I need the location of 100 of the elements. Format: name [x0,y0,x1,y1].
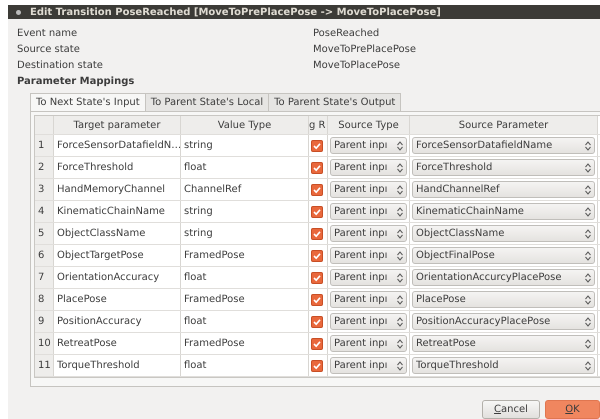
cancel-button[interactable]: Cancel [482,400,540,419]
row-number: 9 [35,311,54,332]
source-type-dropdown[interactable]: Parent inpı [330,335,407,352]
ok-button[interactable]: OK [545,400,600,419]
checkbox[interactable] [311,140,323,152]
table-cell: KinematicChainName [54,201,181,222]
row-number: 1 [35,135,54,156]
source-parameter-dropdown[interactable]: TorqueThreshold [412,357,595,374]
source-type-dropdown[interactable]: Parent inpı [330,159,407,176]
source-parameter-dropdown[interactable]: KinematicChainName [412,203,595,220]
checkbox[interactable] [311,294,323,306]
table-cell: float [181,355,309,376]
checkbox[interactable] [311,360,323,372]
checkbox[interactable] [311,250,323,262]
column-header[interactable]: Source Type [328,116,410,134]
source-type-dropdown[interactable]: Parent inpı [330,203,407,220]
spinner-arrows-icon [585,162,591,172]
table-cell: PositionAccuracy [54,311,181,332]
spinner-arrows-icon [397,184,403,194]
source-parameter-dropdown[interactable]: ForceThreshold [412,159,595,176]
source-parameter-dropdown[interactable]: ObjectClassName [412,225,595,242]
tab[interactable]: To Next State's Input [30,93,146,111]
spinner-arrows-icon [397,316,403,326]
row-number: 11 [35,355,54,376]
source-type-dropdown[interactable]: Parent inpı [330,247,407,264]
table-cell: ForceThreshold [54,157,181,178]
table-cell: OrientationAccuracy [54,267,181,288]
checkbox[interactable] [311,206,323,218]
row-number: 2 [35,157,54,178]
column-header[interactable]: Target parameter [54,116,181,134]
spinner-arrows-icon [585,272,591,282]
row-number: 8 [35,289,54,310]
table-cell: FramedPose [181,333,309,354]
checkbox[interactable] [311,162,323,174]
spinner-arrows-icon [585,338,591,348]
section-title: Parameter Mappings [17,76,136,89]
table-cell: float [181,157,309,178]
spinner-arrows-icon [397,162,403,172]
spinner-arrows-icon [585,206,591,216]
table-cell: FramedPose [181,245,309,266]
checkbox[interactable] [311,184,323,196]
checkbox[interactable] [311,338,323,350]
spinner-arrows-icon [397,272,403,282]
source-type-dropdown[interactable]: Parent inpı [330,137,407,154]
table-cell: FramedPose [181,289,309,310]
checkbox[interactable] [311,316,323,328]
source-parameter-dropdown[interactable]: OrientationAccurcyPlacePose [412,269,595,286]
spinner-arrows-icon [585,250,591,260]
source-parameter-dropdown[interactable]: ObjectFinalPose [412,247,595,264]
spinner-arrows-icon [397,228,403,238]
source-type-dropdown[interactable]: Parent inpı [330,291,407,308]
spinner-arrows-icon [585,228,591,238]
spinner-arrows-icon [397,140,403,150]
row-number: 3 [35,179,54,200]
row-number: 4 [35,201,54,222]
source-type-dropdown[interactable]: Parent inpı [330,269,407,286]
table-cell: ChannelRef [181,179,309,200]
field-label: Destination state [17,60,104,70]
window-menu-icon[interactable] [16,10,21,14]
column-header[interactable]: Source Parameter [410,116,598,134]
spinner-arrows-icon [397,338,403,348]
tab[interactable]: To Parent State's Output [268,93,402,111]
field-label: Source state [17,44,81,54]
source-parameter-dropdown[interactable]: PlacePose [412,291,595,308]
window-title: Edit Transition PoseReached [MoveToPrePlacePose -> MoveToPlacePose] [30,6,441,18]
source-type-dropdown[interactable]: Parent inpı [330,357,407,374]
row-number: 10 [35,333,54,354]
row-number: 5 [35,223,54,244]
source-parameter-dropdown[interactable]: PositionAccuracyPlacePose [412,313,595,330]
spinner-arrows-icon [397,206,403,216]
spinner-arrows-icon [585,184,591,194]
column-header[interactable]: Value Type [181,116,309,134]
source-type-dropdown[interactable]: Parent inpı [330,313,407,330]
source-parameter-dropdown[interactable]: HandChannelRef [412,181,595,198]
spinner-arrows-icon [397,250,403,260]
row-number: 7 [35,267,54,288]
table-cell: PlacePose [54,289,181,310]
table-cell: string [181,223,309,244]
source-type-dropdown[interactable]: Parent inpı [330,225,407,242]
table-cell: RetreatPose [54,333,181,354]
table-cell: string [181,201,309,222]
spinner-arrows-icon [397,360,403,370]
spinner-arrows-icon [585,360,591,370]
table-cell: ObjectClassName [54,223,181,244]
field-label: Event name [17,28,78,38]
checkbox[interactable] [311,228,323,240]
source-parameter-dropdown[interactable]: RetreatPose [412,335,595,352]
field-value: MoveToPrePlacePose [313,44,416,54]
table-cell: HandMemoryChannel [54,179,181,200]
tab[interactable]: To Parent State's Local [144,93,270,111]
table-cell: float [181,311,309,332]
source-parameter-dropdown[interactable]: ForceSensorDatafieldName [412,137,595,154]
field-value: MoveToPlacePose [313,60,400,70]
source-type-dropdown[interactable]: Parent inpı [330,181,407,198]
checkbox[interactable] [311,272,323,284]
column-header[interactable]: g R [309,116,328,134]
table-cell: float [181,267,309,288]
spinner-arrows-icon [397,294,403,304]
row-number: 6 [35,245,54,266]
field-value: PoseReached [313,28,380,38]
